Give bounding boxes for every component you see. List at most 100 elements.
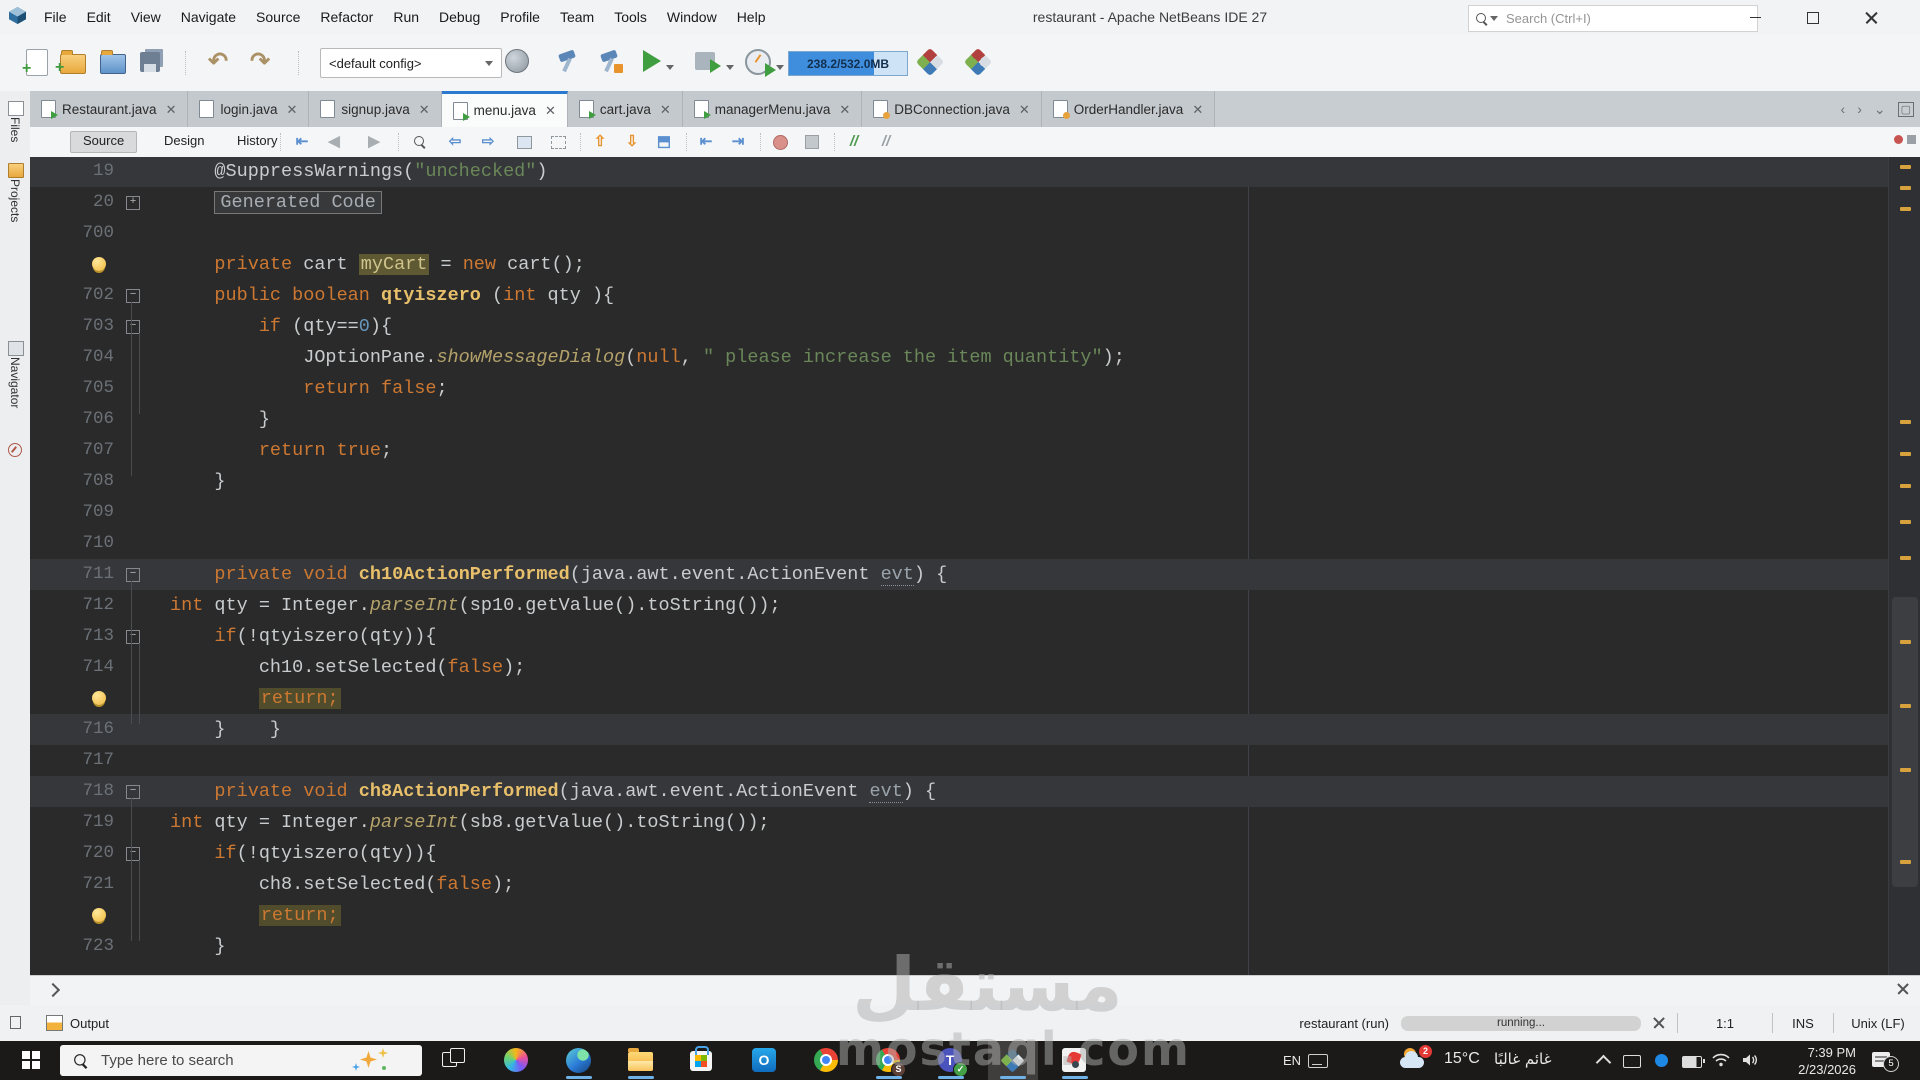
redo-button[interactable]: ↷ <box>250 49 270 75</box>
output-tab[interactable]: Output <box>36 1005 119 1041</box>
code-line-703[interactable]: 703− if (qty==0){ <box>30 311 1888 342</box>
sidebar-item-navigator[interactable]: Navigator <box>8 357 22 408</box>
taskbar-app-java[interactable] <box>1050 1041 1100 1080</box>
keyboard-icon[interactable] <box>1308 1054 1328 1068</box>
last-edit-position-icon[interactable]: ⇤ <box>292 133 312 151</box>
code-line-714[interactable]: 714 ch10.setSelected(false); <box>30 652 1888 683</box>
temperature-label[interactable]: 15°C <box>1444 1050 1480 1068</box>
cancel-process-icon[interactable] <box>1653 1017 1665 1029</box>
rectangular-selection-icon[interactable] <box>548 133 568 151</box>
taskbar-app-copilot[interactable] <box>492 1041 542 1080</box>
tab-Restaurant.java[interactable]: Restaurant.java✕ <box>30 91 188 127</box>
memory-usage-bar[interactable]: 238.2/532.0MB <box>788 51 908 76</box>
code-line-20[interactable]: 20+ Generated Code <box>30 187 1888 218</box>
sidebar-item-projects[interactable]: Projects <box>8 179 22 222</box>
menu-tools[interactable]: Tools <box>604 0 657 35</box>
battery-icon[interactable] <box>1682 1056 1702 1068</box>
uncomment-icon[interactable]: // <box>876 133 896 151</box>
code-line-718[interactable]: 718− private void ch8ActionPerformed(jav… <box>30 776 1888 807</box>
netbeans-cube-pause-icon[interactable] <box>968 52 988 72</box>
start-button[interactable] <box>22 1051 40 1069</box>
profile-project-button[interactable] <box>745 49 771 75</box>
tab-cart.java[interactable]: cart.java✕ <box>568 91 683 127</box>
undo-button[interactable]: ↶ <box>208 49 228 75</box>
view-button-source[interactable]: Source <box>70 131 137 153</box>
minimize-button[interactable] <box>1732 0 1778 35</box>
tab-OrderHandler.java[interactable]: OrderHandler.java✕ <box>1042 91 1215 127</box>
code-line-702[interactable]: 702− public boolean qtyiszero (int qty )… <box>30 280 1888 311</box>
code-line-19[interactable]: 19 @SuppressWarnings("unchecked") <box>30 157 1888 187</box>
run-project-button[interactable] <box>643 49 661 72</box>
menu-source[interactable]: Source <box>246 0 310 35</box>
tab-menu.java[interactable]: menu.java✕ <box>442 91 568 127</box>
code-line-712[interactable]: 712int qty = Integer.parseInt(sp10.getVa… <box>30 590 1888 621</box>
fold-expanded-icon[interactable]: − <box>126 785 140 799</box>
toggle-highlight-icon[interactable] <box>514 133 534 151</box>
warning-lightbulb-icon[interactable] <box>92 691 106 705</box>
save-all-button[interactable] <box>140 49 160 72</box>
onedrive-status-icon[interactable] <box>1655 1054 1668 1067</box>
error-stripe-mark[interactable] <box>1900 207 1911 211</box>
menu-profile[interactable]: Profile <box>490 0 550 35</box>
code-line-704[interactable]: 704 JOptionPane.showMessageDialog(null, … <box>30 342 1888 373</box>
code-line-716[interactable]: 716 } } <box>30 714 1888 745</box>
menu-help[interactable]: Help <box>727 0 776 35</box>
maximize-button[interactable] <box>1790 0 1836 35</box>
code-line-721[interactable]: 721 ch8.setSelected(false); <box>30 869 1888 900</box>
menu-file[interactable]: File <box>34 0 77 35</box>
find-selection-icon[interactable] <box>410 133 430 151</box>
config-dropdown[interactable]: <default config> <box>320 48 502 78</box>
taskbar-app-edge[interactable] <box>554 1041 604 1080</box>
error-stripe-mark[interactable] <box>1900 420 1911 424</box>
shift-right-icon[interactable]: ⇥ <box>728 133 748 151</box>
code-line-719[interactable]: 719int qty = Integer.parseInt(sb8.getVal… <box>30 807 1888 838</box>
error-stripe-mark[interactable] <box>1900 768 1911 772</box>
build-project-button[interactable] <box>555 49 579 73</box>
sidebar-item-files[interactable]: Files <box>8 117 22 142</box>
open-project-button[interactable] <box>100 49 126 74</box>
run-dropdown-icon[interactable] <box>666 57 674 75</box>
view-button-design[interactable]: Design <box>152 131 216 151</box>
close-button[interactable] <box>1848 0 1894 35</box>
error-stripe-mark[interactable] <box>1900 860 1911 864</box>
weather-condition-label[interactable]: غائم غالبًا <box>1494 1050 1551 1068</box>
menu-team[interactable]: Team <box>550 0 604 35</box>
error-stripe[interactable] <box>1888 157 1920 975</box>
close-strip-icon[interactable] <box>1896 982 1910 996</box>
tab-managerMenu.java[interactable]: managerMenu.java✕ <box>683 91 862 127</box>
back-icon[interactable]: ◀ <box>324 133 344 151</box>
comment-icon[interactable]: // <box>844 133 864 151</box>
menu-run[interactable]: Run <box>383 0 429 35</box>
code-line-707[interactable]: 707 return true; <box>30 435 1888 466</box>
warning-lightbulb-icon[interactable] <box>92 908 106 922</box>
error-stripe-mark[interactable] <box>1900 186 1911 190</box>
code-line-711[interactable]: 711− private void ch10ActionPerformed(ja… <box>30 559 1888 590</box>
expand-right-icon[interactable] <box>46 983 60 997</box>
taskbar-app-outlook[interactable] <box>740 1041 790 1080</box>
taskbar-app-chrome-profile[interactable]: S <box>864 1041 914 1080</box>
code-line-710[interactable]: 710 <box>30 528 1888 559</box>
tab-close-icon[interactable]: ✕ <box>419 103 430 116</box>
code-line-713[interactable]: 713− if(!qtyiszero(qty)){ <box>30 621 1888 652</box>
tab-close-icon[interactable]: ✕ <box>660 103 671 116</box>
fold-collapsed-icon[interactable]: + <box>126 196 140 210</box>
error-stripe-mark[interactable] <box>1900 452 1911 456</box>
wifi-icon[interactable] <box>1712 1053 1730 1070</box>
code-line-706[interactable]: 706 } <box>30 404 1888 435</box>
code-line-700[interactable]: 700 <box>30 218 1888 249</box>
scroll-tabs-left-icon[interactable]: ‹ <box>1841 101 1846 117</box>
tray-expand-chevron-icon[interactable] <box>1598 1057 1609 1068</box>
error-stripe-mark[interactable] <box>1900 484 1911 488</box>
taskbar-app-teams[interactable]: ✓ <box>926 1041 976 1080</box>
tab-close-icon[interactable]: ✕ <box>1019 103 1030 116</box>
taskbar-app-file-explorer[interactable] <box>616 1041 666 1080</box>
tab-close-icon[interactable]: ✕ <box>287 103 298 116</box>
language-indicator[interactable]: EN <box>1283 1053 1301 1068</box>
fold-expanded-icon[interactable]: − <box>126 568 140 582</box>
start-macro-recording-icon[interactable] <box>770 133 790 151</box>
menu-refactor[interactable]: Refactor <box>310 0 383 35</box>
maximize-editor-icon[interactable]: ▢ <box>1898 102 1914 117</box>
error-stripe-mark[interactable] <box>1900 520 1911 524</box>
fold-expanded-icon[interactable]: − <box>126 289 140 303</box>
code-editor[interactable]: 19 @SuppressWarnings("unchecked")20+ Gen… <box>30 157 1888 975</box>
